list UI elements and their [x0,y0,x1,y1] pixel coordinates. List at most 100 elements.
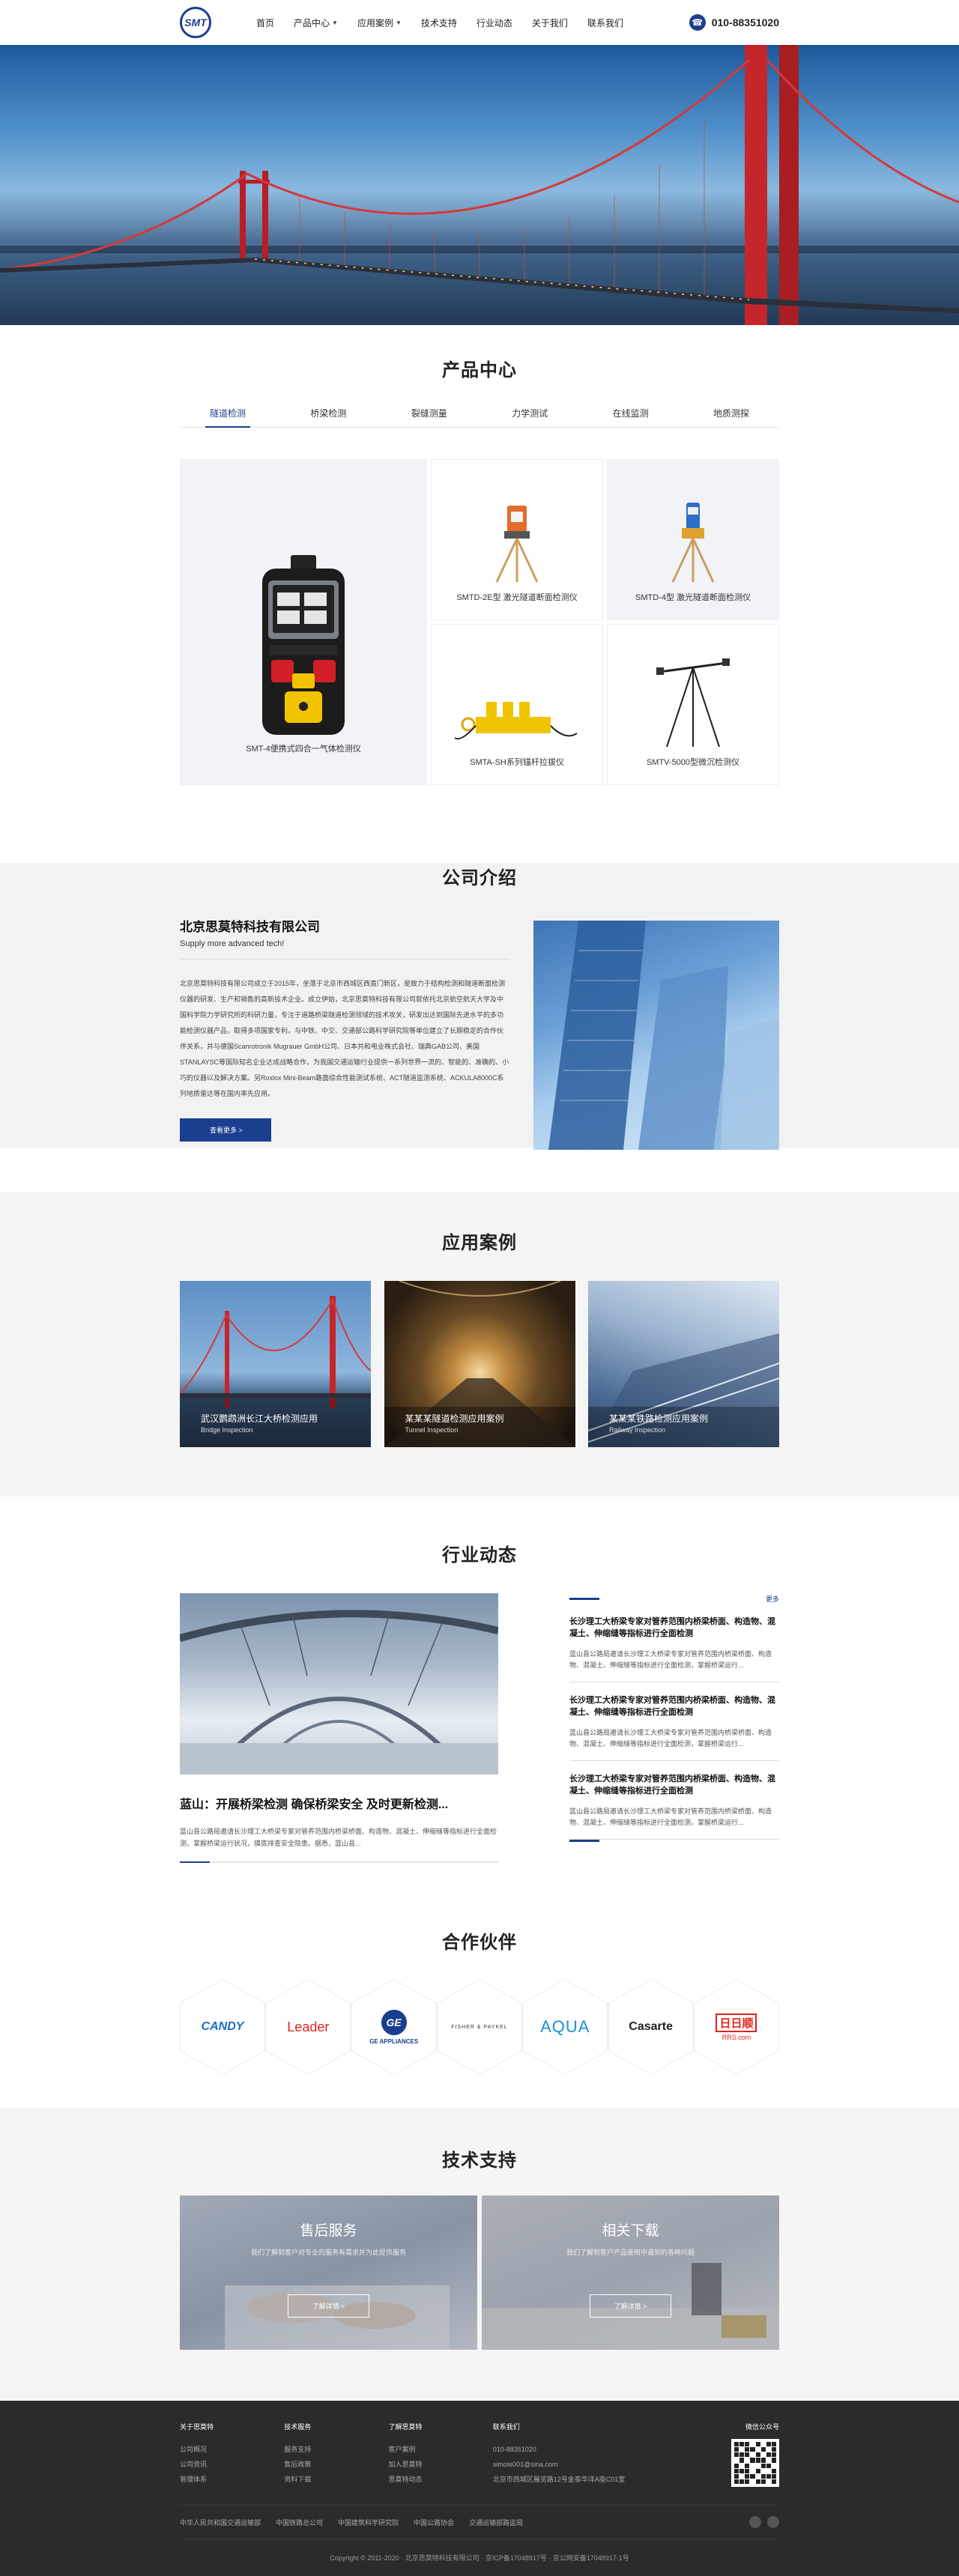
partner-logo[interactable]: CANDY [180,1979,265,2075]
partner-logo[interactable]: 日日顺 RRS.com [693,1979,779,2075]
logo[interactable]: SMT [180,7,211,38]
friend-link[interactable]: 中国铁路总公司 [276,2518,323,2527]
case-card[interactable]: 某某某铁路检测应用案例 Railway Inspection [588,1281,779,1447]
product-name: SMTD-4型 激光隧道断面检测仪 [635,593,751,602]
products-title: 产品中心 [442,360,517,381]
case-card[interactable]: 某某某隧道检测应用案例 Tunnel Inspection [384,1281,575,1447]
support-card-title: 相关下载 [602,2223,659,2239]
footer-link[interactable]: 加入思莫特 [389,2457,493,2472]
footer-link[interactable]: 思莫特动态 [389,2472,493,2487]
tab-crack[interactable]: 裂缝测量 [411,407,447,427]
footer-col-title: 关于思莫特 [180,2423,214,2431]
nav-item-cases[interactable]: 应用案例 ▼ [357,16,402,29]
news-item[interactable]: 长沙理工大桥梁专家对管养范围内桥梁桥面、构造物、混凝土、伸缩缝等指标进行全面检测… [569,1761,779,1840]
weibo-icon[interactable] [767,2516,779,2528]
footer-link[interactable]: 公司资讯 [180,2457,284,2472]
nav-item-contact[interactable]: 联系我们 [587,16,623,29]
partner-name: Casarte [629,2020,673,2033]
case-subtitle: Railway Inspection [609,1426,666,1434]
product-card[interactable]: SMTD-2E型 激光隧道断面检测仪 [431,459,603,620]
news-item-title: 长沙理工大桥梁专家对管养范围内桥梁桥面、构造物、混凝土、伸缩缝等指标进行全面检测 [569,1696,775,1717]
laser-profiler-image [495,506,539,583]
tab-geology[interactable]: 地质测探 [713,407,749,427]
products-section: 产品中心 隧道检测 桥梁检测 裂缝测量 力学测试 在线监测 地质测探 SMT-4… [0,325,959,1148]
building-image [533,921,779,1150]
tab-tunnel[interactable]: 隧道检测 [205,407,251,428]
featured-news-title[interactable]: 蓝山：开展桥梁检测 确保桥梁安全 及时更新检测... [180,1794,498,1812]
nav-item-products[interactable]: 产品中心 ▼ [294,16,338,29]
hero-banner [0,45,959,325]
friend-link[interactable]: 中国公路协会 [414,2518,454,2527]
footer-link[interactable]: 售后政策 [284,2457,388,2472]
product-card[interactable]: SMTV-5000型微沉检测仪 [607,624,779,785]
nav-item-news[interactable]: 行业动态 [477,16,512,29]
partner-logo[interactable]: Casarte [608,1979,694,2075]
contact-phone: 010-88351020 [492,2446,536,2453]
chevron-down-icon: ▼ [395,19,402,26]
case-card[interactable]: 武汉鹦鹉洲长江大桥检测应用 Bridge Inspection [180,1281,371,1447]
footer-link[interactable]: 管理体系 [180,2472,284,2487]
partner-logo[interactable]: FISHER & PAYKEL [436,1979,522,2075]
friend-link[interactable]: 中华人民共和国交通运输部 [180,2518,261,2527]
footer-col: 技术服务 服务支持 售后政策 资料下载 [284,2422,388,2487]
news-item[interactable]: 长沙理工大桥梁专家对管养范围内桥梁桥面、构造物、混凝土、伸缩缝等指标进行全面检测… [569,1682,779,1761]
contact-email[interactable]: simote001@sina.com [493,2457,731,2472]
about-more-button[interactable]: 查看更多 > [180,1118,271,1142]
qr-code-icon [731,2439,780,2487]
divider [180,1861,498,1863]
partner-logo[interactable]: GE GE APPLIANCES [351,1979,437,2075]
chevron-down-icon: ▼ [332,19,338,26]
featured-news-image [180,1593,498,1775]
footer-col: 关于思莫特 公司概况 公司资讯 管理体系 [180,2422,284,2487]
news-item-desc: 蓝山县公路局邀请长沙理工大桥梁专家对管养范围内桥梁桥面、构造物、混凝土、伸缩缝等… [569,1650,772,1669]
card-overlay [482,2195,779,2350]
partner-logo[interactable]: AQUA [522,1979,608,2075]
hotline: ☎ 010-88351020 [689,14,779,31]
partner-logo[interactable]: Leader [265,1979,351,2075]
about-text: 北京思莫特科技有限公司 Supply more advanced tech! 北… [180,916,509,1150]
tab-monitoring[interactable]: 在线监测 [613,407,649,427]
tab-bridge[interactable]: 桥梁检测 [310,407,346,427]
partners-title: 合作伙伴 [442,1933,517,1953]
support-card-download[interactable]: 相关下载 我们了解到客户产品使用中遇到的各种问题 了解详情 > [482,2195,779,2350]
settlement-detector-image [656,658,730,748]
featured-news-desc: 蓝山县公路局邀请长沙理工大桥梁专家对管养范围内桥梁桥面、构造物、混凝土、伸缩缝等… [180,1828,497,1847]
news-item-title: 长沙理工大桥梁专家对管养范围内桥梁桥面、构造物、混凝土、伸缩缝等指标进行全面检测 [569,1617,775,1638]
support-title: 技术支持 [442,2151,517,2171]
nav-item-about[interactable]: 关于我们 [532,16,568,29]
product-card[interactable]: SMT-4便携式四合一气体检测仪 [180,459,427,785]
news-item[interactable]: 长沙理工大桥梁专家对管养范围内桥梁桥面、构造物、混凝土、伸缩缝等指标进行全面检测… [569,1604,779,1682]
footer-link[interactable]: 客户案例 [389,2442,493,2457]
featured-news[interactable]: 蓝山：开展桥梁检测 确保桥梁安全 及时更新检测... 蓝山县公路局邀请长沙理工大… [180,1593,498,1863]
nav-item-support[interactable]: 技术支持 [421,16,457,29]
support-section: 技术支持 售后服务 我们了解到客户对专业的服务有需求并为此提供服务 了解详情 > [0,2108,959,2401]
friend-link[interactable]: 交通运输部路监局 [469,2518,523,2527]
card-overlay [180,2195,477,2350]
product-name: SMTA-SH系列锚杆拉拔仪 [470,758,564,767]
footer-col-title: 技术服务 [284,2423,312,2431]
wechat-icon[interactable] [749,2516,761,2528]
product-name: SMT-4便携式四合一气体检测仪 [246,745,361,754]
news-more-link[interactable]: 更多 [766,1594,779,1604]
news-item-desc: 蓝山县公路局邀请长沙理工大桥梁专家对管养范围内桥梁桥面、构造物、混凝土、伸缩缝等… [569,1807,772,1826]
footer-link[interactable]: 公司概况 [180,2442,284,2457]
bridge-illustration [0,45,959,325]
tab-mechanics[interactable]: 力学测试 [512,407,548,427]
partner-name: GE APPLIANCES [369,2037,419,2045]
site-footer: 关于思莫特 公司概况 公司资讯 管理体系 技术服务 服务支持 售后政策 资料下载… [0,2401,959,2576]
case-title: 某某某隧道检测应用案例 [405,1413,504,1424]
friend-link[interactable]: 中国建筑科学研究院 [338,2518,399,2527]
footer-link[interactable]: 服务支持 [284,2442,388,2457]
footer-link[interactable]: 资料下载 [284,2472,388,2487]
divider [569,1597,599,1600]
support-detail-button[interactable]: 了解详情 > [287,2294,370,2318]
footer-col-title: 联系我们 [492,2423,520,2431]
case-subtitle: Bridge Inspection [201,1426,253,1434]
company-slogan: Supply more advanced tech! [180,939,509,960]
product-card[interactable]: SMTD-4型 激光隧道断面检测仪 [607,459,779,620]
nav-item-home[interactable]: 首页 [256,16,274,29]
support-card-service[interactable]: 售后服务 我们了解到客户对专业的服务有需求并为此提供服务 了解详情 > [180,2195,477,2350]
support-detail-button[interactable]: 了解详情 > [589,2294,672,2318]
product-card[interactable]: SMTA-SH系列锚杆拉拔仪 [431,624,603,785]
product-name: SMTV-5000型微沉检测仪 [646,758,740,767]
